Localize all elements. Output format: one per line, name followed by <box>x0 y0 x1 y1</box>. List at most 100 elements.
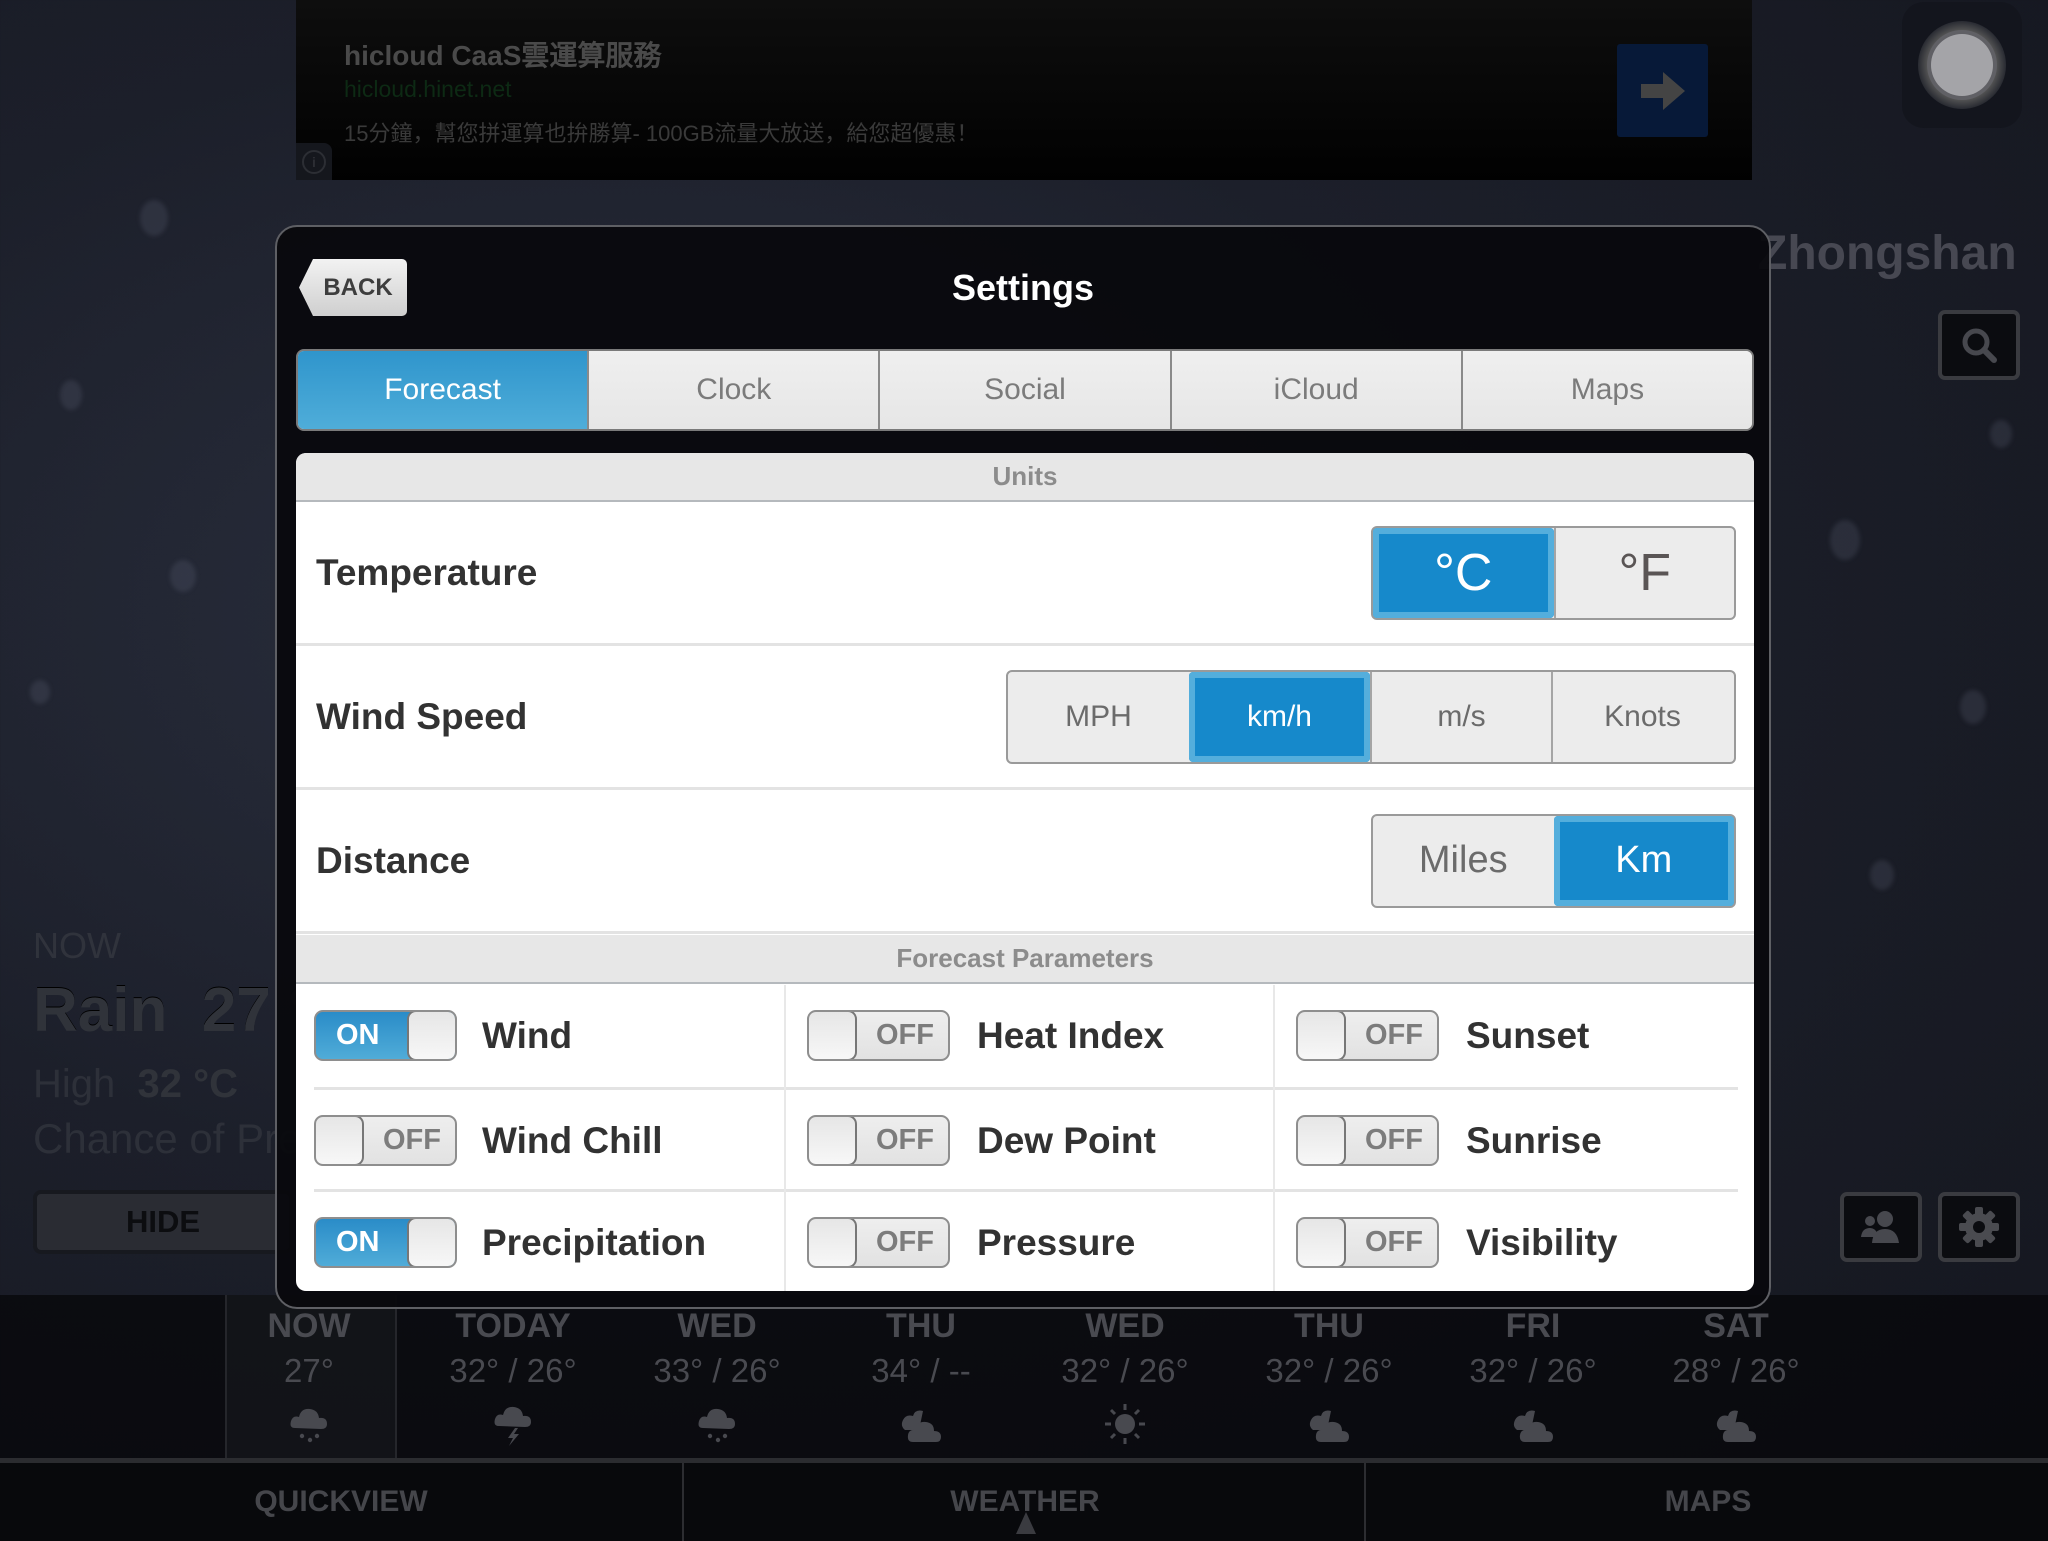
precipitation-toggle[interactable]: ON <box>314 1217 457 1268</box>
param-row-heat-index: OFF Heat Index <box>786 985 1275 1087</box>
forecast-temp: 34° / -- <box>871 1352 971 1389</box>
tab-icloud[interactable]: iCloud <box>1169 351 1461 429</box>
toggle-knob[interactable] <box>809 1117 857 1164</box>
toggle-knob[interactable] <box>1298 1219 1346 1266</box>
forecast-temp: 27° <box>284 1352 334 1389</box>
wind-chill-toggle[interactable]: OFF <box>314 1115 457 1166</box>
forecast-day-label: WED <box>677 1307 757 1345</box>
tab-clock[interactable]: Clock <box>587 351 879 429</box>
high-label: High <box>33 1062 116 1106</box>
forecast-day[interactable]: WED 33° / 26° <box>617 1295 817 1446</box>
ad-banner[interactable]: hicloud CaaS雲運算服務 hicloud.hinet.net 15分鐘… <box>296 0 1752 180</box>
distance-option-miles[interactable]: Miles <box>1373 816 1554 906</box>
distance-option-km[interactable]: Km <box>1553 815 1734 906</box>
param-row-wind: ON Wind <box>314 985 784 1087</box>
settings-modal: BACK Settings Forecast Clock Social iClo… <box>275 225 1771 1309</box>
toggle-knob[interactable] <box>1298 1117 1346 1164</box>
toggle-knob[interactable] <box>1298 1012 1346 1059</box>
info-icon: i <box>302 149 326 174</box>
heat-index-label: Heat Index <box>977 1015 1165 1056</box>
forecast-day[interactable]: TODAY 32° / 26° <box>413 1295 613 1446</box>
params-column: ON Wind OFF Wind Chill ON Precipitation <box>296 985 784 1291</box>
dew-point-toggle[interactable]: OFF <box>807 1115 950 1166</box>
toggle-state-label: OFF <box>1365 1124 1423 1156</box>
forecast-day[interactable]: THU 34° / -- <box>821 1295 1021 1446</box>
tab-maps[interactable]: MAPS <box>1364 1463 2048 1541</box>
arrow-right-icon <box>1640 71 1685 110</box>
high-temp: High 32 °C <box>33 1062 238 1107</box>
settings-panel: Units Temperature °C °F Wind Speed MPH k… <box>296 453 1754 1291</box>
temperature-segmented: °C °F <box>1371 525 1736 620</box>
param-row-dew-point: OFF Dew Point <box>786 1087 1275 1192</box>
tab-maps-settings[interactable]: Maps <box>1460 351 1752 429</box>
forecast-params-header: Forecast Parameters <box>296 935 1754 984</box>
cloudy-icon <box>1714 1402 1758 1446</box>
sunrise-toggle[interactable]: OFF <box>1296 1115 1439 1166</box>
city-name: Zhongshan <box>1758 227 2017 280</box>
forecast-day[interactable]: NOW 27° <box>209 1295 409 1446</box>
forecast-day[interactable]: WED 32° / 26° <box>1025 1295 1225 1446</box>
social-button[interactable] <box>1840 1192 1922 1262</box>
wind-speed-option-knots[interactable]: Knots <box>1551 671 1732 762</box>
toggle-state-label: OFF <box>1365 1019 1423 1051</box>
current-temp: 27 <box>201 976 271 1045</box>
tab-forecast[interactable]: Forecast <box>298 351 588 429</box>
rain-icon <box>287 1402 331 1446</box>
ad-go-button[interactable] <box>1617 44 1708 137</box>
current-conditions: Rain 27 ° <box>33 975 313 1046</box>
wind-toggle[interactable]: ON <box>314 1010 457 1061</box>
precipitation-label: Precipitation <box>482 1222 707 1263</box>
sunset-label: Sunset <box>1466 1015 1590 1056</box>
tab-social[interactable]: Social <box>878 351 1170 429</box>
toggle-knob[interactable] <box>809 1219 857 1266</box>
assistive-touch-button[interactable] <box>1902 2 2022 128</box>
visibility-label: Visibility <box>1466 1222 1618 1263</box>
units-header: Units <box>296 453 1754 502</box>
wind-speed-label: Wind Speed <box>316 695 528 737</box>
forecast-day-label: TODAY <box>455 1307 571 1345</box>
forecast-day-label: THU <box>1294 1307 1364 1345</box>
temperature-option-fahrenheit[interactable]: °F <box>1553 527 1735 618</box>
chance-of-precip: Chance of Pre <box>33 1115 302 1162</box>
toggle-state-label: OFF <box>876 1226 934 1258</box>
ad-url[interactable]: hicloud.hinet.net <box>344 76 512 103</box>
distance-row: Distance Miles Km <box>296 790 1754 934</box>
params-column: OFF Heat Index OFF Dew Point OFF Pressure <box>784 985 1275 1291</box>
settings-button[interactable] <box>1938 1192 2020 1262</box>
wind-speed-option-mph[interactable]: MPH <box>1008 672 1189 762</box>
temperature-row: Temperature °C °F <box>296 502 1754 646</box>
visibility-toggle[interactable]: OFF <box>1296 1217 1439 1268</box>
toggle-knob[interactable] <box>809 1012 857 1059</box>
ad-title[interactable]: hicloud CaaS雲運算服務 <box>344 34 661 74</box>
forecast-day-label: NOW <box>267 1307 351 1345</box>
active-tab-indicator <box>1016 1512 1036 1534</box>
toggle-knob[interactable] <box>407 1012 455 1059</box>
ad-info-button[interactable]: i <box>296 143 332 180</box>
forecast-day[interactable]: THU 32° / 26° <box>1229 1295 1429 1446</box>
modal-title: Settings <box>951 267 1094 308</box>
forecast-day[interactable]: FRI 32° / 26° <box>1433 1295 1633 1446</box>
toggle-knob[interactable] <box>407 1219 455 1266</box>
pressure-toggle[interactable]: OFF <box>807 1217 950 1268</box>
temperature-option-celsius[interactable]: °C <box>1373 527 1554 618</box>
toggle-state-label: ON <box>336 1226 380 1258</box>
toggle-state-label: OFF <box>1365 1226 1423 1258</box>
people-icon <box>1861 1211 1899 1243</box>
ad-body: 15分鐘，幫您拼運算也拚勝算- 100GB流量大放送，給您超優惠！ <box>344 121 979 146</box>
wind-speed-option-kmh[interactable]: km/h <box>1189 671 1370 762</box>
hide-button[interactable]: HIDE <box>33 1190 293 1254</box>
forecast-day[interactable]: SAT 28° / 26° <box>1636 1295 1836 1446</box>
param-row-sunrise: OFF Sunrise <box>1275 1087 1738 1192</box>
search-icon <box>1962 328 1997 363</box>
assistive-touch-icon <box>1918 21 2006 109</box>
cloudy-icon <box>1511 1402 1555 1446</box>
heat-index-toggle[interactable]: OFF <box>807 1010 950 1061</box>
forecast-temp: 28° / 26° <box>1672 1352 1800 1389</box>
cloudy-icon <box>899 1402 943 1446</box>
wind-speed-option-ms[interactable]: m/s <box>1370 671 1551 762</box>
tab-quickview[interactable]: QUICKVIEW <box>0 1463 682 1541</box>
search-button[interactable] <box>1938 310 2020 380</box>
sunset-toggle[interactable]: OFF <box>1296 1010 1439 1061</box>
toggle-state-label: OFF <box>383 1124 441 1156</box>
toggle-knob[interactable] <box>316 1117 364 1164</box>
